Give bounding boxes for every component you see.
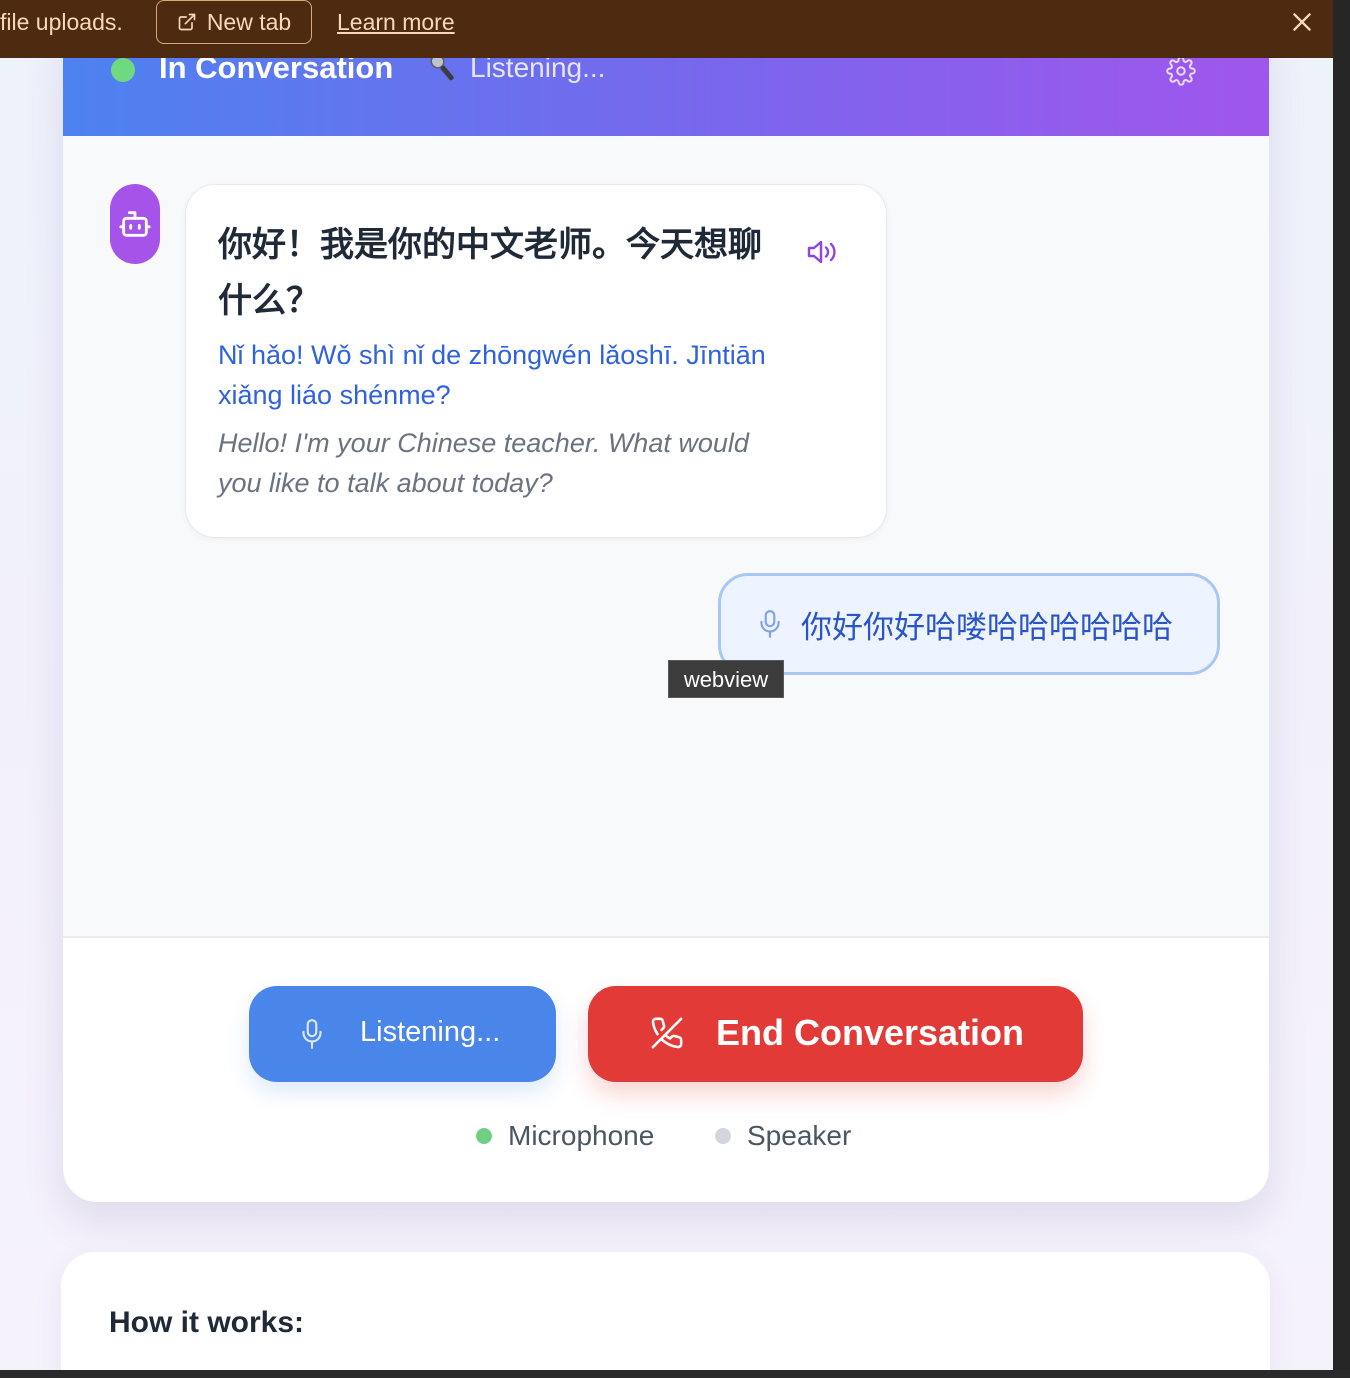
user-message-bubble: 你好你好哈喽哈哈哈哈哈哈 (718, 573, 1220, 675)
settings-gear-icon[interactable] (1166, 56, 1196, 86)
end-conversation-label: End Conversation (716, 1012, 1025, 1053)
microphone-icon (760, 610, 780, 638)
microphone-indicator-label: Microphone (508, 1120, 655, 1151)
new-tab-button[interactable]: New tab (156, 0, 312, 44)
connection-status-dot (111, 58, 135, 82)
user-message-text: 你好你好哈喽哈哈哈哈哈哈 (801, 610, 1173, 646)
learn-more-link[interactable]: Learn more (337, 0, 455, 44)
bot-message-translation: Hello! I'm your Chinese teacher. What wo… (218, 428, 749, 498)
bot-message-pinyin: Nǐ hǎo! Wǒ shì nǐ de zhōngwén lǎoshī. Jī… (218, 340, 766, 410)
window-edge-bottom (0, 1370, 1350, 1378)
divider (63, 936, 1269, 938)
new-tab-label: New tab (206, 8, 292, 35)
bot-message-chinese: 你好！我是你的中文老师。今天想聊什么？ (218, 225, 762, 321)
microphone-icon (302, 1019, 322, 1049)
play-audio-speaker-icon[interactable] (806, 237, 840, 267)
end-conversation-button[interactable]: End Conversation (588, 986, 1083, 1082)
webview-tooltip: webview (668, 660, 784, 698)
listening-button-label: Listening... (360, 1016, 501, 1048)
app-viewport: file uploads. New tab Learn more In Conv… (0, 0, 1333, 1370)
speaker-indicator-label: Speaker (747, 1120, 852, 1151)
phone-off-icon (651, 1017, 683, 1049)
external-link-icon (178, 13, 196, 31)
notification-bar: file uploads. New tab Learn more (0, 0, 1333, 58)
bot-message-bubble: 你好！我是你的中文老师。今天想聊什么？ Nǐ hǎo! Wǒ shì nǐ de… (185, 184, 887, 538)
bot-avatar (110, 184, 160, 264)
notification-message: file uploads. (0, 9, 123, 35)
close-icon[interactable] (1289, 9, 1315, 35)
microphone-indicator: Microphone (476, 1116, 654, 1156)
microphone-status-dot (476, 1128, 492, 1144)
window-edge (1333, 0, 1350, 1378)
conversation-card: In Conversation Listening... 你好！我是你的中文老师… (63, 20, 1269, 1202)
device-indicators: Microphone Speaker (63, 1116, 1269, 1156)
robot-icon (119, 211, 151, 237)
chat-area[interactable]: 你好！我是你的中文老师。今天想聊什么？ Nǐ hǎo! Wǒ shì nǐ de… (63, 136, 1269, 936)
how-it-works-card: How it works: (61, 1252, 1270, 1370)
speaker-indicator: Speaker (715, 1116, 851, 1156)
listening-button[interactable]: Listening... (249, 986, 556, 1082)
speaker-status-dot (715, 1128, 731, 1144)
how-it-works-title: How it works: (109, 1306, 305, 1339)
